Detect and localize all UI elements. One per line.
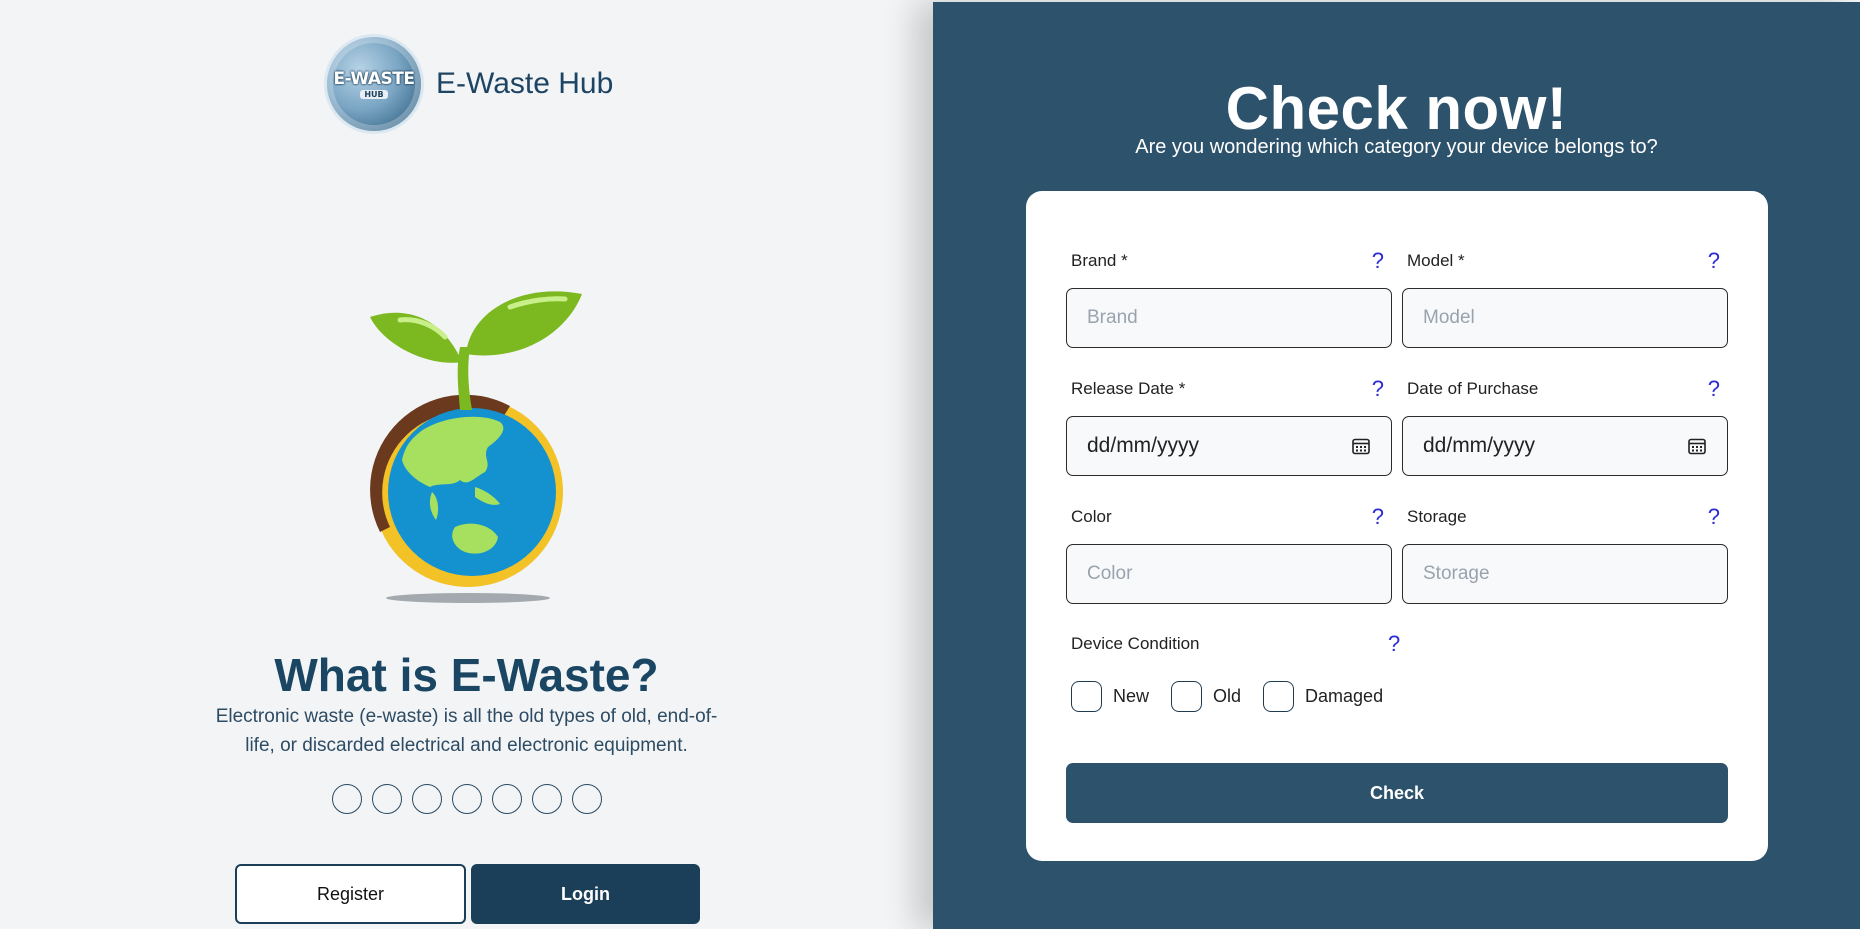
- earth-sprout-illustration: [370, 291, 582, 603]
- check-subtitle: Are you wondering which category your de…: [1135, 136, 1658, 158]
- brand-name: E-Waste Hub: [436, 67, 614, 100]
- check-button[interactable]: Check: [1066, 763, 1728, 823]
- carousel-dots: [332, 784, 602, 814]
- condition-option-new[interactable]: New: [1071, 681, 1149, 712]
- storage-input[interactable]: [1402, 544, 1728, 604]
- purchase-date-placeholder: dd/mm/yyyy: [1423, 434, 1536, 457]
- logo-subtext: HUB: [360, 90, 388, 99]
- brand-help-icon[interactable]: ?: [1372, 248, 1384, 274]
- condition-new-checkbox[interactable]: [1071, 681, 1102, 712]
- color-help-icon[interactable]: ?: [1372, 504, 1384, 530]
- carousel-dot[interactable]: [452, 784, 482, 814]
- release-date-label: Release Date *: [1071, 379, 1186, 398]
- carousel-dot[interactable]: [492, 784, 522, 814]
- model-input[interactable]: [1402, 288, 1728, 348]
- purchase-date-label: Date of Purchase: [1407, 379, 1539, 398]
- condition-option-old[interactable]: Old: [1171, 681, 1241, 712]
- carousel-dot[interactable]: [372, 784, 402, 814]
- storage-label: Storage: [1407, 507, 1467, 526]
- brand-header: E-WASTE HUB E-Waste Hub: [324, 34, 613, 134]
- device-condition-label: Device Condition: [1071, 634, 1200, 653]
- release-date-help-icon[interactable]: ?: [1372, 376, 1384, 402]
- condition-damaged-label: Damaged: [1305, 686, 1384, 706]
- storage-help-icon[interactable]: ?: [1708, 504, 1720, 530]
- carousel-dot[interactable]: [332, 784, 362, 814]
- ground-shadow: [386, 593, 550, 603]
- device-condition-help-icon[interactable]: ?: [1388, 631, 1400, 657]
- carousel-dot[interactable]: [412, 784, 442, 814]
- color-input[interactable]: [1066, 544, 1392, 604]
- release-date-placeholder: dd/mm/yyyy: [1087, 434, 1200, 457]
- brand-label: Brand *: [1071, 251, 1128, 270]
- logo[interactable]: E-WASTE HUB: [324, 34, 424, 134]
- model-label: Model *: [1407, 251, 1465, 270]
- purchase-date-input[interactable]: dd/mm/yyyy: [1402, 416, 1728, 476]
- left-panel: E-WASTE HUB E-Waste Hub What is E-Waste?…: [0, 0, 933, 929]
- brand-input[interactable]: [1066, 288, 1392, 348]
- condition-old-label: Old: [1213, 686, 1242, 706]
- info-title: What is E-Waste?: [274, 649, 659, 701]
- calendar-icon[interactable]: [1351, 436, 1371, 456]
- right-panel: Check now! Are you wondering which categ…: [933, 2, 1860, 929]
- purchase-date-help-icon[interactable]: ?: [1708, 376, 1720, 402]
- device-check-form: Brand * ? Model * ? Release Date * ? dd/…: [1026, 191, 1768, 861]
- device-condition-options: New Old Damaged: [1071, 681, 1405, 712]
- register-button[interactable]: Register: [235, 864, 466, 924]
- release-date-input[interactable]: dd/mm/yyyy: [1066, 416, 1392, 476]
- sprout-stem: [457, 347, 472, 410]
- condition-option-damaged[interactable]: Damaged: [1263, 681, 1383, 712]
- condition-damaged-checkbox[interactable]: [1263, 681, 1295, 712]
- calendar-icon[interactable]: [1687, 436, 1707, 456]
- condition-old-checkbox[interactable]: [1171, 681, 1203, 712]
- model-help-icon[interactable]: ?: [1708, 248, 1720, 274]
- info-description: Electronic waste (e-waste) is all the ol…: [215, 706, 718, 756]
- login-button[interactable]: Login: [471, 864, 700, 924]
- condition-new-label: New: [1113, 686, 1150, 706]
- carousel-dot[interactable]: [572, 784, 602, 814]
- color-label: Color: [1071, 507, 1112, 526]
- logo-text: E-WASTE: [333, 69, 415, 89]
- check-title: Check now!: [1225, 75, 1568, 142]
- carousel-dot[interactable]: [532, 784, 562, 814]
